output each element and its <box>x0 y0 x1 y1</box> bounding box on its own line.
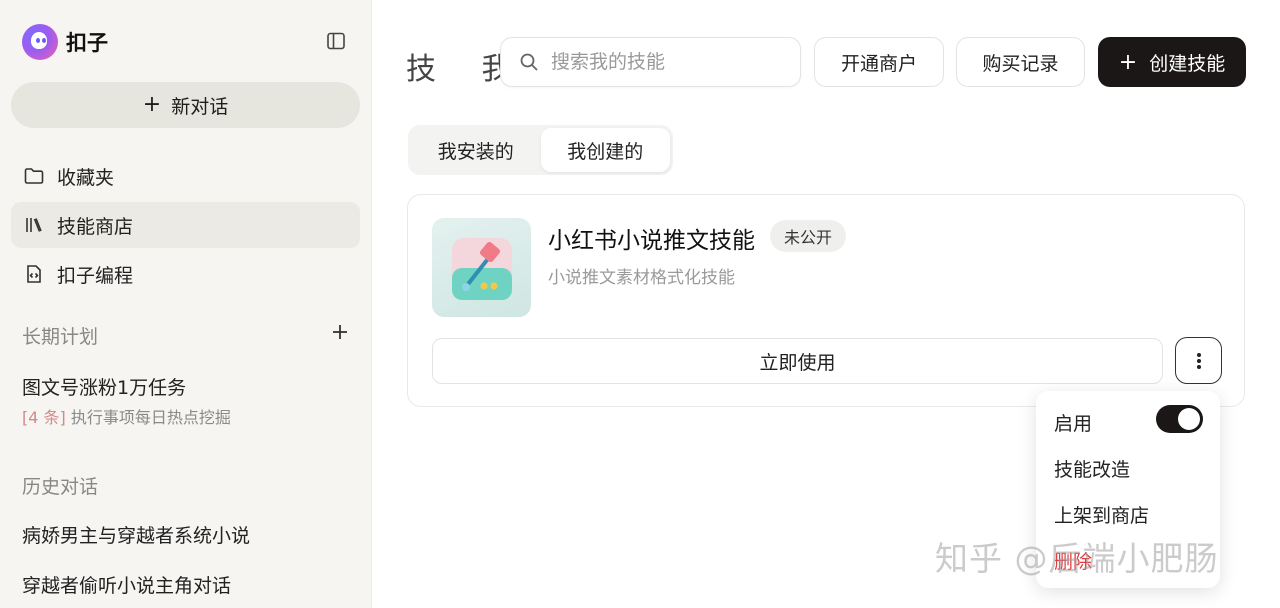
search-box[interactable] <box>500 37 801 87</box>
more-options-button[interactable] <box>1175 337 1222 384</box>
history-item[interactable]: 穿越者偷听小说主角对话 <box>22 571 231 598</box>
history-section-title: 历史对话 <box>22 476 99 498</box>
sidebar-item-favorites[interactable]: 收藏夹 <box>11 153 360 199</box>
add-plan-icon[interactable] <box>330 322 350 342</box>
open-merchant-button[interactable]: 开通商户 <box>814 37 944 87</box>
skill-thumbnail-icon <box>452 238 512 300</box>
more-vertical-icon <box>1196 352 1201 369</box>
new-chat-button[interactable]: + 新对话 <box>11 82 360 128</box>
sidebar-item-coze-coding[interactable]: 扣子编程 <box>11 251 360 297</box>
sidebar-item-label: 技能商店 <box>57 215 134 238</box>
skill-card: 小红书小说推文技能 未公开 小说推文素材格式化技能 立即使用 <box>407 194 1245 407</box>
purchase-records-button[interactable]: 购买记录 <box>956 37 1085 87</box>
new-chat-label: 新对话 <box>171 95 229 118</box>
plan-item-desc: 执行事项每日热点挖掘 <box>70 408 231 427</box>
menu-item-publish[interactable]: 上架到商店 <box>1054 501 1149 528</box>
tab-created[interactable]: 我创建的 <box>540 128 670 172</box>
create-skill-button[interactable]: + 创建技能 <box>1098 37 1246 87</box>
sidebar: 扣子 + 新对话 收藏夹 技能商店 扣子编程 长期计划 图文号涨粉1万任务 [4… <box>0 0 372 608</box>
skill-thumbnail <box>432 218 531 317</box>
plan-item-subtitle: [4 条] 执行事项每日热点挖掘 <box>22 404 231 428</box>
history-item[interactable]: 病娇男主与穿越者系统小说 <box>22 521 250 548</box>
plans-section-title: 长期计划 <box>22 326 99 348</box>
plan-item-count: [4 条] <box>22 408 66 427</box>
use-now-button[interactable]: 立即使用 <box>432 338 1163 384</box>
library-icon <box>26 218 42 232</box>
plus-icon: + <box>142 92 162 117</box>
sidebar-item-label: 收藏夹 <box>57 166 115 189</box>
plan-item-title[interactable]: 图文号涨粉1万任务 <box>22 373 186 400</box>
folder-icon <box>24 168 44 184</box>
brand[interactable]: 扣子 <box>22 24 108 60</box>
search-input[interactable] <box>551 51 771 73</box>
plus-icon: + <box>1118 49 1138 75</box>
menu-item-enable: 启用 <box>1054 413 1093 435</box>
tab-installed[interactable]: 我安装的 <box>411 128 541 172</box>
create-skill-label: 创建技能 <box>1149 52 1226 75</box>
code-file-icon <box>27 265 41 283</box>
brand-name: 扣子 <box>66 31 108 55</box>
sidebar-item-label: 扣子编程 <box>57 264 134 287</box>
coze-logo-icon <box>22 24 58 60</box>
enable-toggle[interactable] <box>1156 405 1203 433</box>
watermark: 知乎 @后端小肥肠 <box>935 539 1219 578</box>
skill-tabs: 我安装的 我创建的 <box>408 125 673 175</box>
sidebar-toggle-icon[interactable] <box>326 31 346 51</box>
skill-name[interactable]: 小红书小说推文技能 <box>548 221 755 255</box>
visibility-badge: 未公开 <box>770 220 847 252</box>
sidebar-item-skill-store[interactable]: 技能商店 <box>11 202 360 248</box>
menu-item-modify[interactable]: 技能改造 <box>1054 455 1130 482</box>
search-icon <box>520 53 538 71</box>
skill-description: 小说推文素材格式化技能 <box>548 268 735 288</box>
